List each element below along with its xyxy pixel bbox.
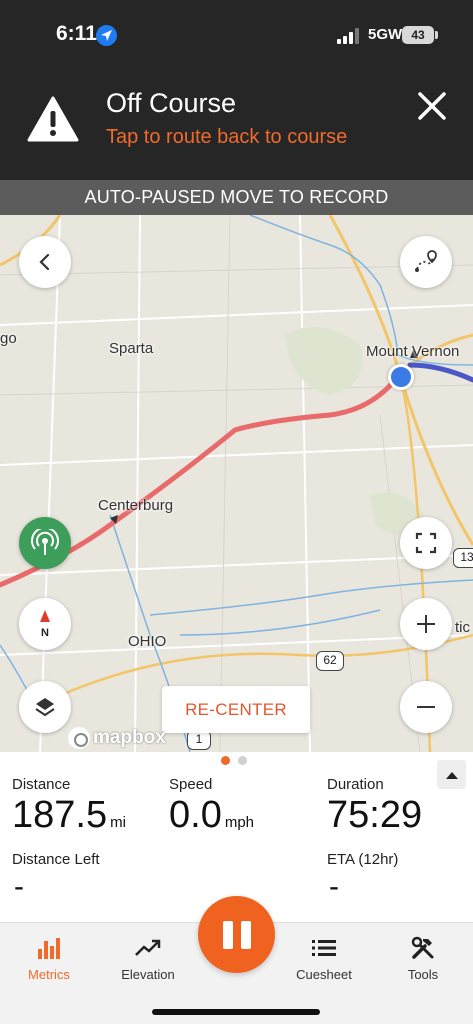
tab-tools[interactable]: Tools <box>378 933 468 982</box>
auto-paused-bar: AUTO-PAUSED MOVE TO RECORD <box>0 180 473 215</box>
page-dot-2[interactable] <box>238 756 247 765</box>
compass-north-icon: N <box>40 610 50 639</box>
speed-label: Speed <box>169 776 213 793</box>
place-label-west: go <box>0 330 17 347</box>
live-tracking-button[interactable] <box>19 517 71 569</box>
layers-icon <box>35 698 55 717</box>
pause-icon-bar-right <box>240 920 251 949</box>
chevron-left-icon <box>39 253 50 271</box>
battery-level: 43 <box>402 26 434 44</box>
pause-button[interactable] <box>198 896 275 973</box>
tab-elevation-label: Elevation <box>121 967 175 982</box>
mapbox-logo-icon <box>68 727 90 749</box>
page-dot-1[interactable] <box>221 756 230 765</box>
minus-icon <box>417 706 435 708</box>
tab-cuesheet[interactable]: Cuesheet <box>279 933 369 982</box>
route-shield-62: 62 <box>316 651 344 671</box>
speed-number: 0.0 <box>169 794 222 836</box>
distance-label: Distance <box>12 776 71 793</box>
trend-icon <box>135 939 161 956</box>
map-view[interactable]: go Sparta Mount Vernon Centerburg OHIO t… <box>0 215 473 752</box>
top-header: 6:11 5GW 43 Off Course Tap to route back… <box>0 0 473 180</box>
place-label-sparta: Sparta <box>109 340 154 357</box>
bottom-tab-bar: Metrics Elevation Cuesheet Tools <box>0 896 473 1024</box>
route-pin-icon <box>415 250 437 272</box>
route-shield-1: 1 <box>187 730 211 750</box>
back-button[interactable] <box>19 236 71 288</box>
location-arrow-icon <box>96 25 117 46</box>
layers-button[interactable] <box>19 681 71 733</box>
speed-unit: mph <box>224 814 255 831</box>
distance-left-label: Distance Left <box>12 851 100 868</box>
duration-label: Duration <box>327 776 384 793</box>
tab-cuesheet-label: Cuesheet <box>296 967 352 982</box>
status-bar: 6:11 5GW 43 <box>0 0 473 70</box>
tab-tools-label: Tools <box>407 967 439 982</box>
eta-label: ETA (12hr) <box>327 851 399 868</box>
mapbox-attribution[interactable]: mapbox <box>68 727 166 749</box>
bar-chart-icon <box>38 938 60 959</box>
collapse-panel-button[interactable] <box>437 760 466 789</box>
network-type: 5GW <box>368 26 403 43</box>
signal-icon <box>337 28 359 44</box>
map-roads <box>0 215 473 752</box>
place-label-ohio: OHIO <box>128 633 167 650</box>
place-label-mount-vernon: Mount Vernon <box>366 343 460 360</box>
route-options-button[interactable] <box>400 236 452 288</box>
distance-value: 187.5 mi <box>12 794 126 837</box>
home-indicator[interactable] <box>152 1009 320 1015</box>
place-label-east: tic <box>455 619 470 636</box>
caret-up-icon <box>445 771 458 779</box>
warning-icon[interactable] <box>27 96 79 142</box>
off-course-title[interactable]: Off Course <box>106 88 236 119</box>
tab-metrics[interactable]: Metrics <box>4 933 94 982</box>
speed-value: 0.0 mph <box>169 794 254 837</box>
page-indicator[interactable] <box>221 756 247 765</box>
distance-number: 187.5 <box>12 794 108 836</box>
user-location-dot <box>388 364 414 390</box>
tools-icon <box>411 936 434 959</box>
tab-metrics-label: Metrics <box>28 967 70 982</box>
route-shield-13: 13 <box>453 548 473 568</box>
close-icon[interactable] <box>412 86 452 126</box>
fullscreen-button[interactable] <box>400 517 452 569</box>
compass-button[interactable]: N <box>19 598 71 650</box>
eta-value: - <box>329 870 339 903</box>
pause-icon-bar-left <box>222 920 233 949</box>
distance-unit: mi <box>110 814 126 831</box>
fullscreen-icon <box>415 532 437 554</box>
zoom-out-button[interactable] <box>400 681 452 733</box>
tab-elevation[interactable]: Elevation <box>103 933 193 982</box>
zoom-in-button[interactable] <box>400 598 452 650</box>
battery-tip <box>435 31 438 39</box>
place-label-centerburg: Centerburg <box>98 497 174 514</box>
broadcast-icon <box>31 529 59 555</box>
distance-left-value: - <box>14 870 24 903</box>
svg-text:N: N <box>41 627 49 639</box>
plus-icon <box>417 615 435 633</box>
status-time: 6:11 <box>56 22 97 45</box>
duration-value: 75:29 <box>327 794 423 836</box>
list-icon <box>312 940 336 956</box>
recenter-button[interactable]: RE-CENTER <box>162 686 310 733</box>
mapbox-label: mapbox <box>93 727 166 748</box>
route-back-link[interactable]: Tap to route back to course <box>106 126 347 149</box>
